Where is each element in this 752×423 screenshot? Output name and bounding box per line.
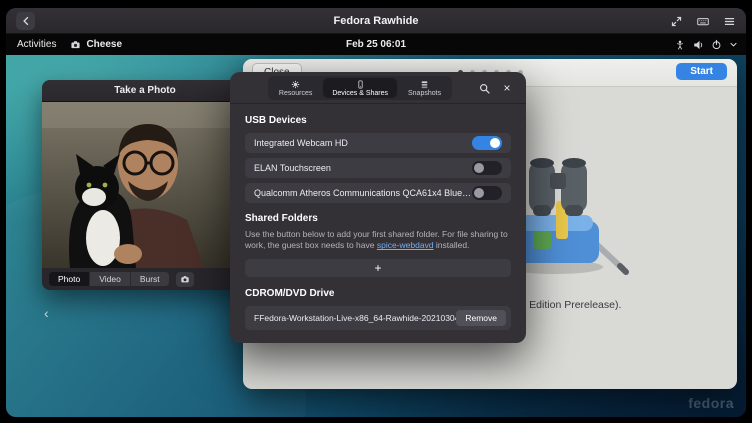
mode-video-button[interactable]: Video (90, 272, 131, 286)
accessibility-icon (675, 39, 685, 51)
description-text: installed. (434, 240, 470, 250)
start-button[interactable]: Start (676, 63, 727, 80)
take-photo-button[interactable] (176, 272, 194, 287)
close-dialog-button[interactable]: × (499, 80, 515, 96)
view-switcher: Resources Devices & Shares (268, 76, 452, 100)
vm-desktop: fedora Close Start (6, 55, 746, 417)
clock[interactable]: Feb 25 06:01 (6, 39, 746, 50)
cdrom-section-title: CDROM/DVD Drive (245, 288, 511, 299)
search-button[interactable] (476, 80, 492, 96)
device-name: ELAN Touchscreen (254, 163, 472, 173)
device-name: Qualcomm Atheros Communications QCA61x4 … (254, 188, 472, 198)
tab-label: Devices & Shares (332, 90, 388, 97)
tab-snapshots[interactable]: Snapshots (399, 78, 450, 98)
iso-name: FFedora-Workstation-Live-x86_64-Rawhide-… (254, 313, 456, 323)
gear-icon (291, 80, 300, 89)
back-button[interactable] (16, 12, 35, 30)
spice-webdavd-link[interactable]: spice-webdavd (377, 240, 434, 250)
tab-resources[interactable]: Resources (270, 78, 321, 98)
chevron-left-icon (20, 15, 32, 27)
webcam-preview (42, 102, 248, 268)
usb-device-list: Integrated Webcam HD ELAN Touchscreen Qu… (245, 133, 511, 203)
add-shared-folder-button[interactable]: + (245, 259, 511, 277)
menu-icon[interactable] (723, 15, 736, 28)
toggle-bluetooth[interactable] (472, 186, 502, 200)
toggle-integrated-webcam[interactable] (472, 136, 502, 150)
plus-icon: + (374, 261, 381, 275)
snapshots-icon (420, 80, 429, 89)
cheese-window: Take a Photo (42, 80, 248, 290)
chevron-down-icon (729, 40, 738, 49)
titlebar[interactable]: Fedora Rawhide (6, 8, 746, 34)
boxes-window: Fedora Rawhide Activities (6, 8, 746, 417)
volume-icon (692, 39, 704, 51)
mode-photo-button[interactable]: Photo (49, 272, 90, 286)
tab-label: Resources (279, 90, 312, 97)
fullscreen-icon[interactable] (670, 15, 683, 28)
camera-shutter-icon (180, 275, 190, 284)
power-icon (711, 39, 722, 50)
toggle-elan-touchscreen[interactable] (472, 161, 502, 175)
collection-back-chevron[interactable]: ‹ (44, 305, 49, 321)
mode-burst-button[interactable]: Burst (131, 272, 169, 286)
dialog-body: USB Devices Integrated Webcam HD ELAN To… (230, 104, 526, 343)
shared-folders-description: Use the button below to add your first s… (245, 229, 511, 252)
cheese-titlebar[interactable]: Take a Photo (42, 80, 248, 102)
usb-device-row: Integrated Webcam HD (245, 133, 511, 153)
cheese-title: Take a Photo (114, 85, 176, 96)
screen: Fedora Rawhide Activities (0, 0, 752, 423)
device-name: Integrated Webcam HD (254, 138, 472, 148)
keyboard-icon[interactable] (696, 15, 710, 28)
usb-section-title: USB Devices (245, 115, 511, 126)
dialog-header: Resources Devices & Shares (230, 72, 526, 104)
usb-device-row: Qualcomm Atheros Communications QCA61x4 … (245, 183, 511, 203)
tab-devices-shares[interactable]: Devices & Shares (323, 78, 397, 98)
tab-label: Snapshots (408, 90, 441, 97)
window-title: Fedora Rawhide (6, 15, 746, 27)
system-tray[interactable] (675, 34, 738, 55)
shared-folders-title: Shared Folders (245, 213, 511, 224)
cdrom-row: FFedora-Workstation-Live-x86_64-Rawhide-… (245, 306, 511, 330)
fedora-watermark: fedora (688, 395, 734, 411)
titlebar-actions (670, 8, 736, 34)
devices-icon (356, 80, 365, 89)
cheese-controls: Photo Video Burst (42, 268, 248, 290)
preferences-dialog: Resources Devices & Shares (230, 72, 526, 343)
remove-iso-button[interactable]: Remove (456, 310, 506, 326)
usb-device-row: ELAN Touchscreen (245, 158, 511, 178)
vm-topbar: Activities Cheese Feb 25 06:01 (6, 34, 746, 55)
mode-switcher: Photo Video Burst (49, 272, 169, 286)
